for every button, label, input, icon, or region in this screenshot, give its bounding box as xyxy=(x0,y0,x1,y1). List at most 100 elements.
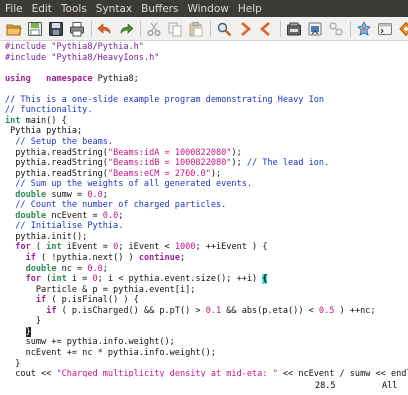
code-token: ; ++iEvent ) { xyxy=(195,242,268,253)
status-bar: 28.5 All xyxy=(0,378,408,395)
code-token: i = xyxy=(66,274,93,285)
menu-window[interactable]: Window xyxy=(187,3,228,15)
code-token: ncEvent = xyxy=(46,210,103,221)
code-line: double nc = 0.0; xyxy=(5,264,108,275)
print-icon[interactable] xyxy=(69,21,85,37)
save-all-icon[interactable] xyxy=(48,21,64,37)
find-replace-icon[interactable] xyxy=(216,21,232,37)
code-token: sumw = xyxy=(46,189,88,200)
code-token: Pythia8; xyxy=(92,73,139,84)
find-next-icon[interactable] xyxy=(237,21,253,37)
redo-icon[interactable] xyxy=(118,21,134,37)
code-token: ( p.isFinal() ) { xyxy=(46,295,139,306)
find-help-icon[interactable] xyxy=(398,21,408,37)
code-token: ); xyxy=(231,158,247,169)
code-token: ( xyxy=(30,242,47,253)
undo-icon[interactable] xyxy=(97,21,113,37)
code-token: double xyxy=(15,210,47,221)
code-token: using xyxy=(5,73,31,84)
code-token: ; i < pythia.event.size(); ++i) xyxy=(97,274,263,285)
code-token: "Beams:eCM = 2760.0" xyxy=(107,168,211,179)
scroll-indicator: All xyxy=(382,381,398,391)
code-token: ( !pythia.next() ) xyxy=(35,253,139,263)
code-token: main() { xyxy=(20,115,67,126)
code-token: // This is a one-slide example program d… xyxy=(5,94,325,105)
code-token: ); xyxy=(231,147,242,158)
code-token: "Beams:idB = 1000822080" xyxy=(107,158,232,169)
code-token: ; xyxy=(102,189,108,200)
code-editor[interactable]: #include "Pythia8/Pythia.h" #include "Pyt… xyxy=(0,42,408,377)
code-line: // Initialise Pythia. xyxy=(5,221,123,232)
menu-edit[interactable]: Edit xyxy=(32,3,52,15)
code-line: double sumw = 0.0; xyxy=(5,190,108,201)
code-token: #include "Pythia8/Pythia.h" xyxy=(5,42,144,52)
menu-tools[interactable]: Tools xyxy=(61,3,87,15)
make-icon[interactable] xyxy=(356,20,372,37)
code-token: ( p.isCharged() && p.pT() > xyxy=(56,305,206,316)
save-icon[interactable] xyxy=(27,21,43,37)
toolbar-separator xyxy=(350,20,351,37)
code-token: 0.0 xyxy=(102,210,119,221)
save-session-icon[interactable] xyxy=(307,21,323,37)
code-line: // functionality. xyxy=(5,105,92,116)
code-token: int xyxy=(5,115,21,126)
code-token: "Beams:idA = 1000822080" xyxy=(107,147,232,158)
toolbar xyxy=(0,17,408,41)
code-line: if ( p.isFinal() ) { xyxy=(5,295,139,306)
copy-icon[interactable] xyxy=(167,21,183,37)
load-session-icon[interactable] xyxy=(286,21,302,37)
code-line: double ncEvent = 0.0; xyxy=(5,211,123,222)
menu-file[interactable]: File xyxy=(5,3,23,15)
open-icon[interactable] xyxy=(6,21,22,37)
paste-icon[interactable] xyxy=(188,21,204,37)
code-token: pythia.readString( xyxy=(5,158,108,169)
code-line: using namespace Pythia8; xyxy=(5,74,139,85)
code-line: Particle & p = pythia.event[i]; xyxy=(5,284,196,296)
code-token: pythia.init(); xyxy=(5,231,88,242)
code-token: ncEvent += nc * pythia.info.weight(); xyxy=(5,347,216,358)
code-token: } xyxy=(5,316,42,327)
code-token: for xyxy=(15,242,31,253)
code-token: pythia.readString( xyxy=(5,168,108,179)
menu-buffers[interactable]: Buffers xyxy=(141,3,178,15)
toolbar-separator xyxy=(210,20,211,37)
run-script-icon[interactable] xyxy=(328,21,344,37)
code-token: double xyxy=(25,263,57,274)
code-token: #include "Pythia8/HeavyIons.h" xyxy=(5,52,160,63)
code-line: for (int i = 0; i < pythia.event.size();… xyxy=(5,274,268,285)
code-line: pythia.readString("Beams:idA = 100082208… xyxy=(5,147,242,159)
menu-syntax[interactable]: Syntax xyxy=(96,3,132,15)
code-token: if xyxy=(46,305,57,316)
code-token: sumw += pythia.info.weight(); xyxy=(5,337,175,348)
code-line: cout << "Charged multiplicity density at… xyxy=(5,369,408,377)
code-line: // This is a one-slide example program d… xyxy=(5,95,324,106)
code-token: Particle & p = pythia.event[i]; xyxy=(5,284,196,295)
code-token: // Sum up the weights of all generated e… xyxy=(5,179,252,190)
code-token: int xyxy=(51,274,67,285)
code-token: << ncEvent / sumw << endl; xyxy=(277,369,408,377)
code-token: continue xyxy=(138,253,180,263)
code-token: // Setup the beams. xyxy=(5,136,114,147)
toolbar-separator xyxy=(91,20,92,37)
shell-icon[interactable] xyxy=(377,21,393,37)
toolbar-separator xyxy=(140,20,141,37)
code-token: cout << xyxy=(5,369,57,377)
code-token: ); xyxy=(210,168,222,179)
code-token: ; xyxy=(118,210,124,221)
code-line: ncEvent += nc * pythia.info.weight(); xyxy=(5,348,216,359)
code-line: } xyxy=(5,326,31,338)
code-token: 1000 xyxy=(174,242,196,253)
code-line: pythia.init(); xyxy=(5,232,87,243)
find-previous-icon[interactable] xyxy=(258,21,274,37)
cut-icon[interactable] xyxy=(146,21,162,37)
code-token: nc = xyxy=(56,263,88,274)
menu-help[interactable]: Help xyxy=(238,3,262,15)
code-line: Pythia pythia; xyxy=(5,126,82,137)
code-token: } xyxy=(5,358,21,369)
